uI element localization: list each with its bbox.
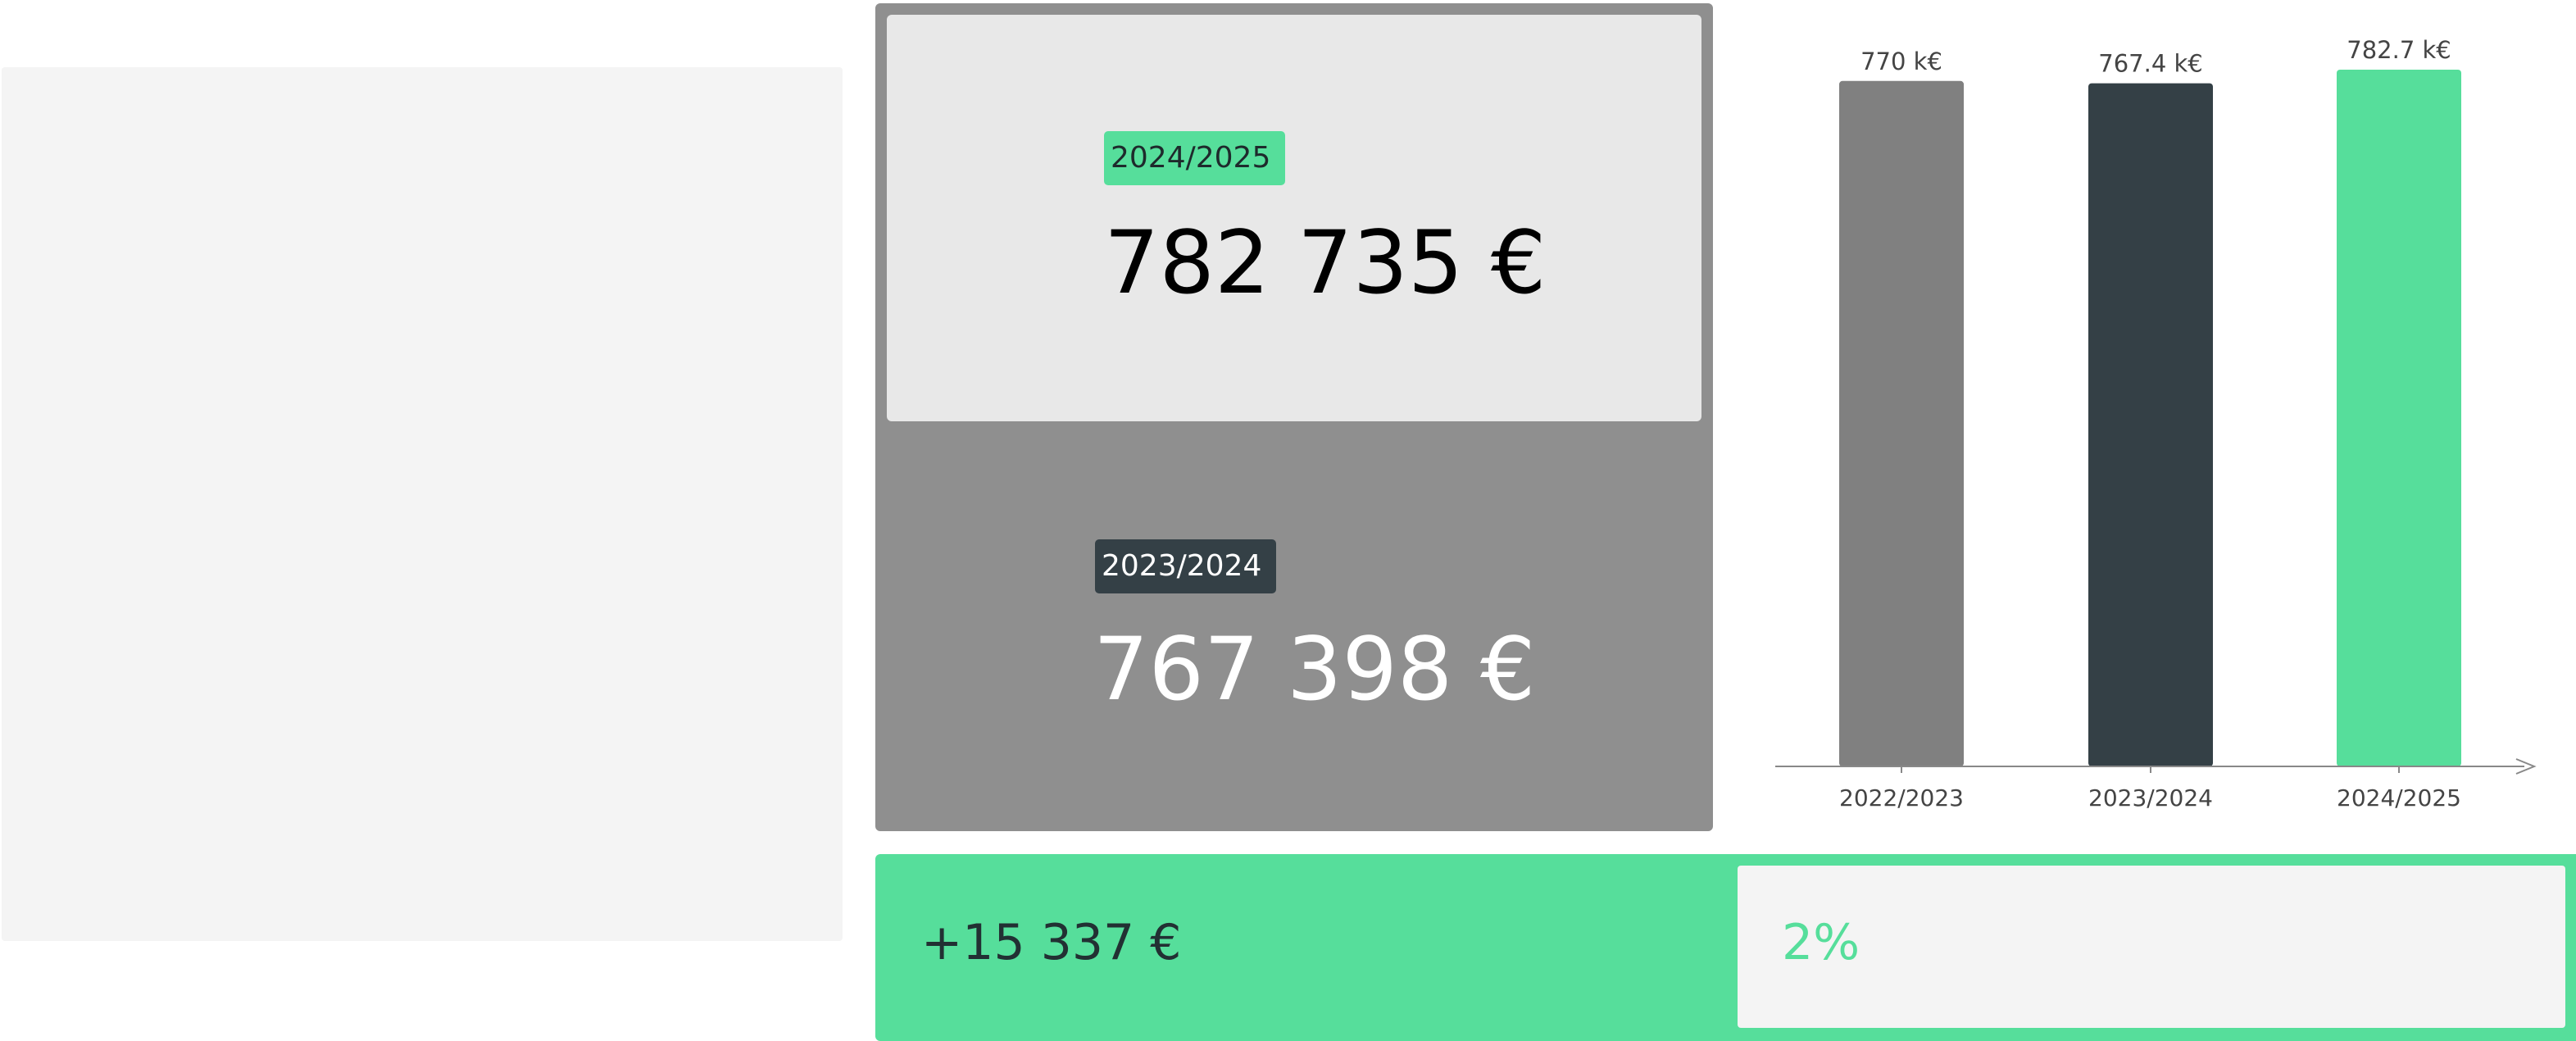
bar-2024/2025 <box>2337 70 2461 766</box>
current-amount: 782 735 € <box>1104 212 1547 313</box>
empty-panel <box>2 67 843 941</box>
current-period-card: 2024/2025 782 735 € <box>887 15 1701 421</box>
delta-bar: +15 337 € 2% <box>875 854 2576 1041</box>
current-period-badge: 2024/2025 <box>1104 131 1286 185</box>
previous-amount: 767 398 € <box>1093 619 1536 720</box>
delta-amount: +15 337 € <box>921 914 1182 971</box>
bar-2023/2024 <box>2088 83 2213 767</box>
x-tick-label: 2024/2025 <box>2337 784 2461 811</box>
delta-percent: 2% <box>1782 914 1860 971</box>
x-tick-label: 2023/2024 <box>2088 784 2213 811</box>
data-label: 767.4 k€ <box>2098 50 2202 78</box>
x-tick-label: 2022/2023 <box>1839 784 1964 811</box>
delta-percent-box: 2% <box>1738 866 2565 1028</box>
bar-chart: 770 k€ 2022/2023 767.4 k€ 2023/2024 782.7 k€… <box>1775 36 2537 811</box>
data-label: 770 k€ <box>1860 48 1942 75</box>
previous-period-badge: 2023/2024 <box>1095 539 1277 593</box>
data-label: 782.7 k€ <box>2347 36 2451 64</box>
bar-2022/2023 <box>1839 80 1964 767</box>
